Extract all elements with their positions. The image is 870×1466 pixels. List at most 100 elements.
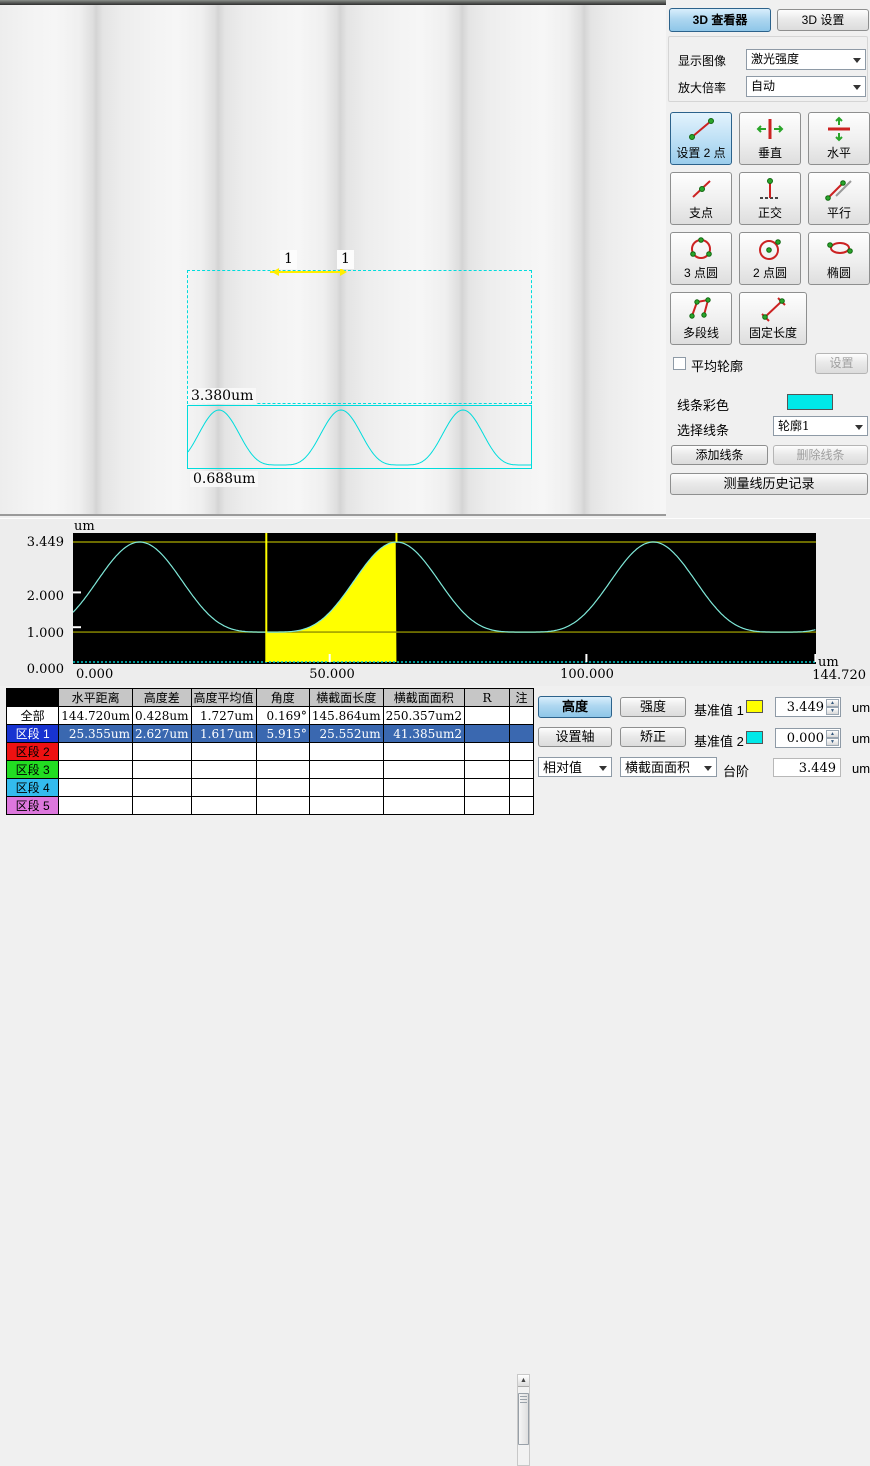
tool-fixed-length[interactable]: 固定长度 — [739, 292, 807, 345]
table-scrollbar[interactable]: ▲ — [517, 1374, 530, 1466]
row-cell — [256, 779, 309, 797]
tool-parallel[interactable]: 平行 — [808, 172, 870, 225]
row-cell — [464, 761, 509, 779]
measure-region-rect[interactable] — [187, 270, 532, 404]
row-cell: 144.720um — [59, 707, 133, 725]
row-cell — [383, 743, 464, 761]
select-line-combo[interactable]: 轮廓1 — [773, 416, 868, 436]
display-image-select[interactable]: 激光强度 — [746, 49, 866, 70]
step-value-box: 3.449 — [773, 758, 841, 777]
y-tick-2000: 2.000 — [24, 589, 64, 604]
spin-down-icon[interactable]: ▼ — [826, 738, 839, 746]
spin-up-icon[interactable]: ▲ — [826, 730, 839, 738]
intensity-mode-button[interactable]: 强度 — [620, 697, 686, 717]
col-header[interactable]: 高度差 — [133, 689, 191, 707]
tool-set-2-points[interactable]: 设置 2 点 — [670, 112, 732, 165]
add-line-button[interactable]: 添加线条 — [671, 445, 768, 465]
ref2-spinner[interactable]: 0.000 ▲ ▼ — [775, 728, 841, 748]
row-cell — [510, 797, 534, 815]
scrollbar-up-arrow-icon[interactable]: ▲ — [518, 1375, 529, 1387]
tool-2-point-circle[interactable]: 2 点圆 — [739, 232, 801, 285]
display-image-label: 显示图像 — [678, 52, 726, 69]
col-header[interactable]: 水平距离 — [59, 689, 133, 707]
table-row[interactable]: 区段 4 — [7, 779, 534, 797]
row-cell — [59, 743, 133, 761]
row-cell: 5.915° — [256, 725, 309, 743]
average-profile-checkbox[interactable] — [673, 357, 686, 370]
table-row[interactable]: 区段 5 — [7, 797, 534, 815]
results-table-area: 水平距离 高度差 高度平均值 角度 横截面长度 横截面面积 R 注 全部144.… — [0, 686, 534, 780]
tool-orthogonal[interactable]: 正交 — [739, 172, 801, 225]
col-header[interactable]: 高度平均值 — [191, 689, 256, 707]
line-color-swatch[interactable] — [787, 394, 833, 410]
ref1-spinner[interactable]: 3.449 ▲ ▼ — [775, 697, 841, 717]
row-cell — [191, 797, 256, 815]
y-axis-unit-label: um — [74, 519, 95, 534]
delete-line-button[interactable]: 删除线条 — [773, 445, 868, 465]
profile-plot[interactable] — [73, 533, 816, 664]
chevron-down-icon — [853, 58, 861, 67]
x-tick-end: 144.720 — [806, 668, 866, 683]
row-cell: 1.727um — [191, 707, 256, 725]
image-options-group: 显示图像 激光强度 放大倍率 自动 — [668, 36, 868, 102]
3d-viewer-button[interactable]: 3D 查看器 — [669, 8, 771, 32]
two-point-circle-icon — [755, 236, 785, 262]
3d-settings-button[interactable]: 3D 设置 — [777, 9, 869, 31]
line-color-label: 线条彩色 — [677, 395, 729, 414]
row-cell — [510, 725, 534, 743]
col-header[interactable]: 横截面面积 — [383, 689, 464, 707]
average-profile-label: 平均轮廓 — [691, 356, 743, 375]
tool-polyline[interactable]: 多段线 — [670, 292, 732, 345]
table-row[interactable]: 全部144.720um0.428um1.727um0.169°145.864um… — [7, 707, 534, 725]
header-corner — [7, 689, 59, 707]
set-axis-button[interactable]: 设置轴 — [538, 727, 612, 747]
scrollbar-thumb[interactable] — [518, 1393, 529, 1445]
col-header[interactable]: 横截面长度 — [309, 689, 383, 707]
correction-button[interactable]: 矫正 — [620, 727, 686, 747]
col-header[interactable]: 注 — [510, 689, 534, 707]
row-cell — [256, 761, 309, 779]
table-row[interactable]: 区段 125.355um2.627um1.617um5.915°25.552um… — [7, 725, 534, 743]
row-label[interactable]: 区段 2 — [7, 743, 59, 761]
laser-image-viewport[interactable]: 1 1 3.380um 0.688um — [0, 0, 666, 516]
row-label[interactable]: 区段 4 — [7, 779, 59, 797]
ref2-color-swatch[interactable] — [746, 731, 763, 744]
measure-line[interactable] — [270, 271, 345, 273]
row-cell: 0.428um — [133, 707, 191, 725]
ref1-color-swatch[interactable] — [746, 700, 763, 713]
row-cell — [383, 797, 464, 815]
y-tick-1000: 1.000 — [24, 626, 64, 641]
tool-3-point-circle[interactable]: 3 点圆 — [670, 232, 732, 285]
col-header[interactable]: R — [464, 689, 509, 707]
magnification-label: 放大倍率 — [678, 79, 726, 96]
results-table[interactable]: 水平距离 高度差 高度平均值 角度 横截面长度 横截面面积 R 注 全部144.… — [6, 688, 534, 815]
measure-line-history-button[interactable]: 测量线历史记录 — [670, 473, 868, 495]
measure-controls: 高度 强度 基准值 1 3.449 ▲ ▼ um 设置轴 矫正 基准值 2 0.… — [534, 686, 870, 780]
row-cell: 2.627um — [133, 725, 191, 743]
tool-fulcrum[interactable]: 支点 — [670, 172, 732, 225]
point-marker-1[interactable]: 1 — [280, 250, 297, 269]
point-marker-2[interactable]: 1 — [337, 250, 354, 269]
row-label[interactable]: 区段 1 — [7, 725, 59, 743]
row-cell — [309, 761, 383, 779]
tool-vertical[interactable]: 垂直 — [739, 112, 801, 165]
spin-up-icon[interactable]: ▲ — [826, 699, 839, 707]
polyline-icon — [686, 296, 716, 322]
row-cell — [309, 743, 383, 761]
magnification-select[interactable]: 自动 — [746, 76, 866, 97]
relative-value-combo[interactable]: 相对值 — [538, 757, 612, 777]
tool-horizontal[interactable]: 水平 — [808, 112, 870, 165]
y-tick-0000: 0.000 — [24, 662, 64, 677]
row-label[interactable]: 区段 3 — [7, 761, 59, 779]
vertical-line-icon — [755, 116, 785, 142]
col-header[interactable]: 角度 — [256, 689, 309, 707]
row-label[interactable]: 区段 5 — [7, 797, 59, 815]
spin-down-icon[interactable]: ▼ — [826, 707, 839, 715]
tool-ellipse[interactable]: 椭圆 — [808, 232, 870, 285]
cross-section-combo[interactable]: 横截面面积 — [620, 757, 717, 777]
table-row[interactable]: 区段 3 — [7, 761, 534, 779]
row-label[interactable]: 全部 — [7, 707, 59, 725]
average-settings-button[interactable]: 设置 — [815, 353, 868, 374]
table-row[interactable]: 区段 2 — [7, 743, 534, 761]
height-mode-button[interactable]: 高度 — [538, 696, 612, 718]
